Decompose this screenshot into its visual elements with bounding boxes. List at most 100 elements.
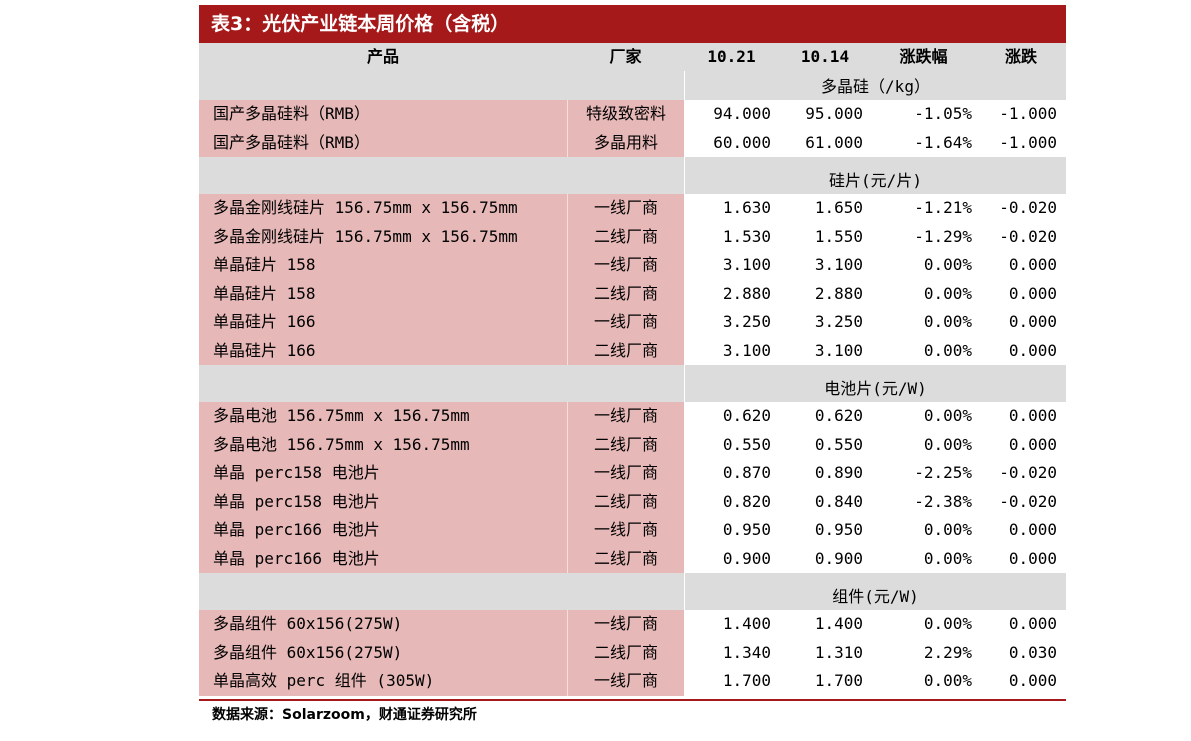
row-pct-change: -1.29% — [914, 226, 972, 246]
row-factory: 二线厂商 — [567, 222, 684, 251]
row-factory: 特级致密料 — [567, 100, 684, 129]
table-row: 单晶硅片 158 二线厂商 2.880 2.880 0.00% 0.000 — [199, 279, 1066, 308]
price-table: 表3：光伏产业链本周价格（含税） 产品 厂家 10.21 10.14 涨跌幅 涨… — [199, 5, 1066, 701]
row-product: 单晶硅片 158 — [199, 251, 567, 280]
row-change: 0.000 — [1008, 614, 1057, 633]
table-row: 单晶 perc166 电池片 一线厂商 0.950 0.950 0.00% 0.000 — [199, 516, 1066, 545]
row-change: 0.000 — [1008, 340, 1057, 360]
row-factory: 一线厂商 — [567, 516, 684, 545]
row-product: 多晶电池 156.75mm x 156.75mm — [199, 402, 567, 431]
row-value-1014: 1.650 — [814, 198, 863, 217]
row-pct-change: 0.00% — [923, 614, 972, 633]
row-pct-change: -1.21% — [914, 198, 972, 217]
table-row: 国产多晶硅料（RMB） 特级致密料 94.000 95.000 -1.05% -1.000 — [199, 100, 1066, 129]
row-value-1014: 1.310 — [814, 642, 863, 662]
row-product: 多晶组件 60x156(275W) — [199, 610, 567, 639]
section-label: 组件(元/W) — [832, 587, 919, 606]
row-pct-change: 0.00% — [923, 520, 972, 539]
row-value-1021: 0.950 — [722, 520, 771, 539]
row-pct-change: 2.29% — [923, 642, 972, 662]
row-factory: 一线厂商 — [567, 610, 684, 639]
row-product: 单晶硅片 158 — [199, 279, 567, 308]
table-header: 产品 厂家 10.21 10.14 涨跌幅 涨跌 — [199, 43, 1066, 71]
section-header: 组件(元/W) — [199, 573, 1066, 610]
row-product: 国产多晶硅料（RMB） — [199, 128, 567, 157]
row-value-1014: 0.550 — [814, 434, 863, 454]
table-row: 多晶电池 156.75mm x 156.75mm 二线厂商 0.550 0.550 0.… — [199, 430, 1066, 459]
table-row: 多晶金刚线硅片 156.75mm x 156.75mm 一线厂商 1.630 1.65… — [199, 194, 1066, 223]
row-value-1021: 0.900 — [722, 548, 771, 568]
row-value-1021: 1.400 — [722, 614, 771, 633]
row-value-1021: 94.000 — [713, 104, 771, 123]
row-pct-change: -1.64% — [914, 132, 972, 152]
table-row: 多晶金刚线硅片 156.75mm x 156.75mm 二线厂商 1.530 1.55… — [199, 222, 1066, 251]
row-factory: 二线厂商 — [567, 638, 684, 667]
row-change: -0.020 — [999, 463, 1057, 482]
row-factory: 二线厂商 — [567, 430, 684, 459]
row-factory: 一线厂商 — [567, 402, 684, 431]
row-value-1014: 95.000 — [805, 104, 863, 123]
row-change: -0.020 — [999, 198, 1057, 217]
row-value-1021: 0.620 — [722, 406, 771, 425]
row-value-1021: 1.340 — [722, 642, 771, 662]
row-value-1014: 1.700 — [814, 671, 863, 690]
row-change: -0.020 — [999, 226, 1057, 246]
row-value-1014: 3.250 — [814, 312, 863, 331]
row-product: 单晶高效 perc 组件 (305W) — [199, 667, 567, 696]
row-factory: 一线厂商 — [567, 459, 684, 488]
section-header: 硅片(元/片) — [199, 157, 1066, 194]
row-value-1014: 1.550 — [814, 226, 863, 246]
row-value-1014: 0.950 — [814, 520, 863, 539]
table-row: 多晶组件 60x156(275W) 二线厂商 1.340 1.310 2.29% 0.03… — [199, 638, 1066, 667]
col-header-factory: 厂家 — [609, 47, 642, 66]
table-row: 多晶电池 156.75mm x 156.75mm 一线厂商 0.620 0.620 0.… — [199, 402, 1066, 431]
row-product: 国产多晶硅料（RMB） — [199, 100, 567, 129]
row-product: 多晶组件 60x156(275W) — [199, 638, 567, 667]
table-row: 单晶 perc166 电池片 二线厂商 0.900 0.900 0.00% 0.000 — [199, 544, 1066, 573]
row-pct-change: 0.00% — [923, 434, 972, 454]
col-header-date1: 10.21 — [707, 47, 756, 66]
row-pct-change: 0.00% — [923, 340, 972, 360]
table-row: 多晶组件 60x156(275W) 一线厂商 1.400 1.400 0.00% 0.00… — [199, 610, 1066, 639]
row-pct-change: -2.38% — [914, 491, 972, 511]
row-factory: 一线厂商 — [567, 667, 684, 696]
row-change: 0.000 — [1008, 255, 1057, 274]
row-change: 0.030 — [1008, 642, 1057, 662]
row-pct-change: 0.00% — [923, 671, 972, 690]
section-rows: 国产多晶硅料（RMB） 特级致密料 94.000 95.000 -1.05% -1.000… — [199, 100, 1066, 157]
table-row: 国产多晶硅料（RMB） 多晶用料 60.000 61.000 -1.64% -1.000 — [199, 128, 1066, 157]
table-bottom-rule — [199, 698, 1066, 701]
row-factory: 二线厂商 — [567, 336, 684, 365]
section-rows: 多晶组件 60x156(275W) 一线厂商 1.400 1.400 0.00% 0.00… — [199, 610, 1066, 696]
table-row: 单晶硅片 166 二线厂商 3.100 3.100 0.00% 0.000 — [199, 336, 1066, 365]
row-value-1014: 0.890 — [814, 463, 863, 482]
row-factory: 二线厂商 — [567, 279, 684, 308]
section-header: 电池片(元/W) — [199, 365, 1066, 402]
row-value-1014: 61.000 — [805, 132, 863, 152]
row-product: 单晶 perc158 电池片 — [199, 459, 567, 488]
section-rows: 多晶金刚线硅片 156.75mm x 156.75mm 一线厂商 1.630 1.65… — [199, 194, 1066, 365]
row-product: 单晶硅片 166 — [199, 308, 567, 337]
row-value-1021: 1.530 — [722, 226, 771, 246]
table-row: 单晶高效 perc 组件 (305W) 一线厂商 1.700 1.700 0.00% 0.… — [199, 667, 1066, 696]
row-change: -0.020 — [999, 491, 1057, 511]
row-pct-change: -1.05% — [914, 104, 972, 123]
row-pct-change: -2.25% — [914, 463, 972, 482]
row-value-1014: 3.100 — [814, 255, 863, 274]
row-factory: 多晶用料 — [567, 128, 684, 157]
section-header: 多晶硅（/kg） — [199, 71, 1066, 100]
source-note: 数据来源：Solarzoom，财通证券研究所 — [212, 707, 477, 723]
row-change: -1.000 — [999, 132, 1057, 152]
row-pct-change: 0.00% — [923, 406, 972, 425]
row-product: 单晶硅片 166 — [199, 336, 567, 365]
row-change: 0.000 — [1008, 671, 1057, 690]
row-value-1021: 1.700 — [722, 671, 771, 690]
row-value-1021: 3.100 — [722, 255, 771, 274]
table-title: 表3：光伏产业链本周价格（含税） — [199, 5, 1066, 43]
section-label: 多晶硅（/kg） — [821, 77, 930, 96]
col-header-pct: 涨跌幅 — [899, 47, 948, 66]
row-change: 0.000 — [1008, 434, 1057, 454]
row-factory: 一线厂商 — [567, 251, 684, 280]
row-product: 多晶电池 156.75mm x 156.75mm — [199, 430, 567, 459]
row-factory: 一线厂商 — [567, 194, 684, 223]
